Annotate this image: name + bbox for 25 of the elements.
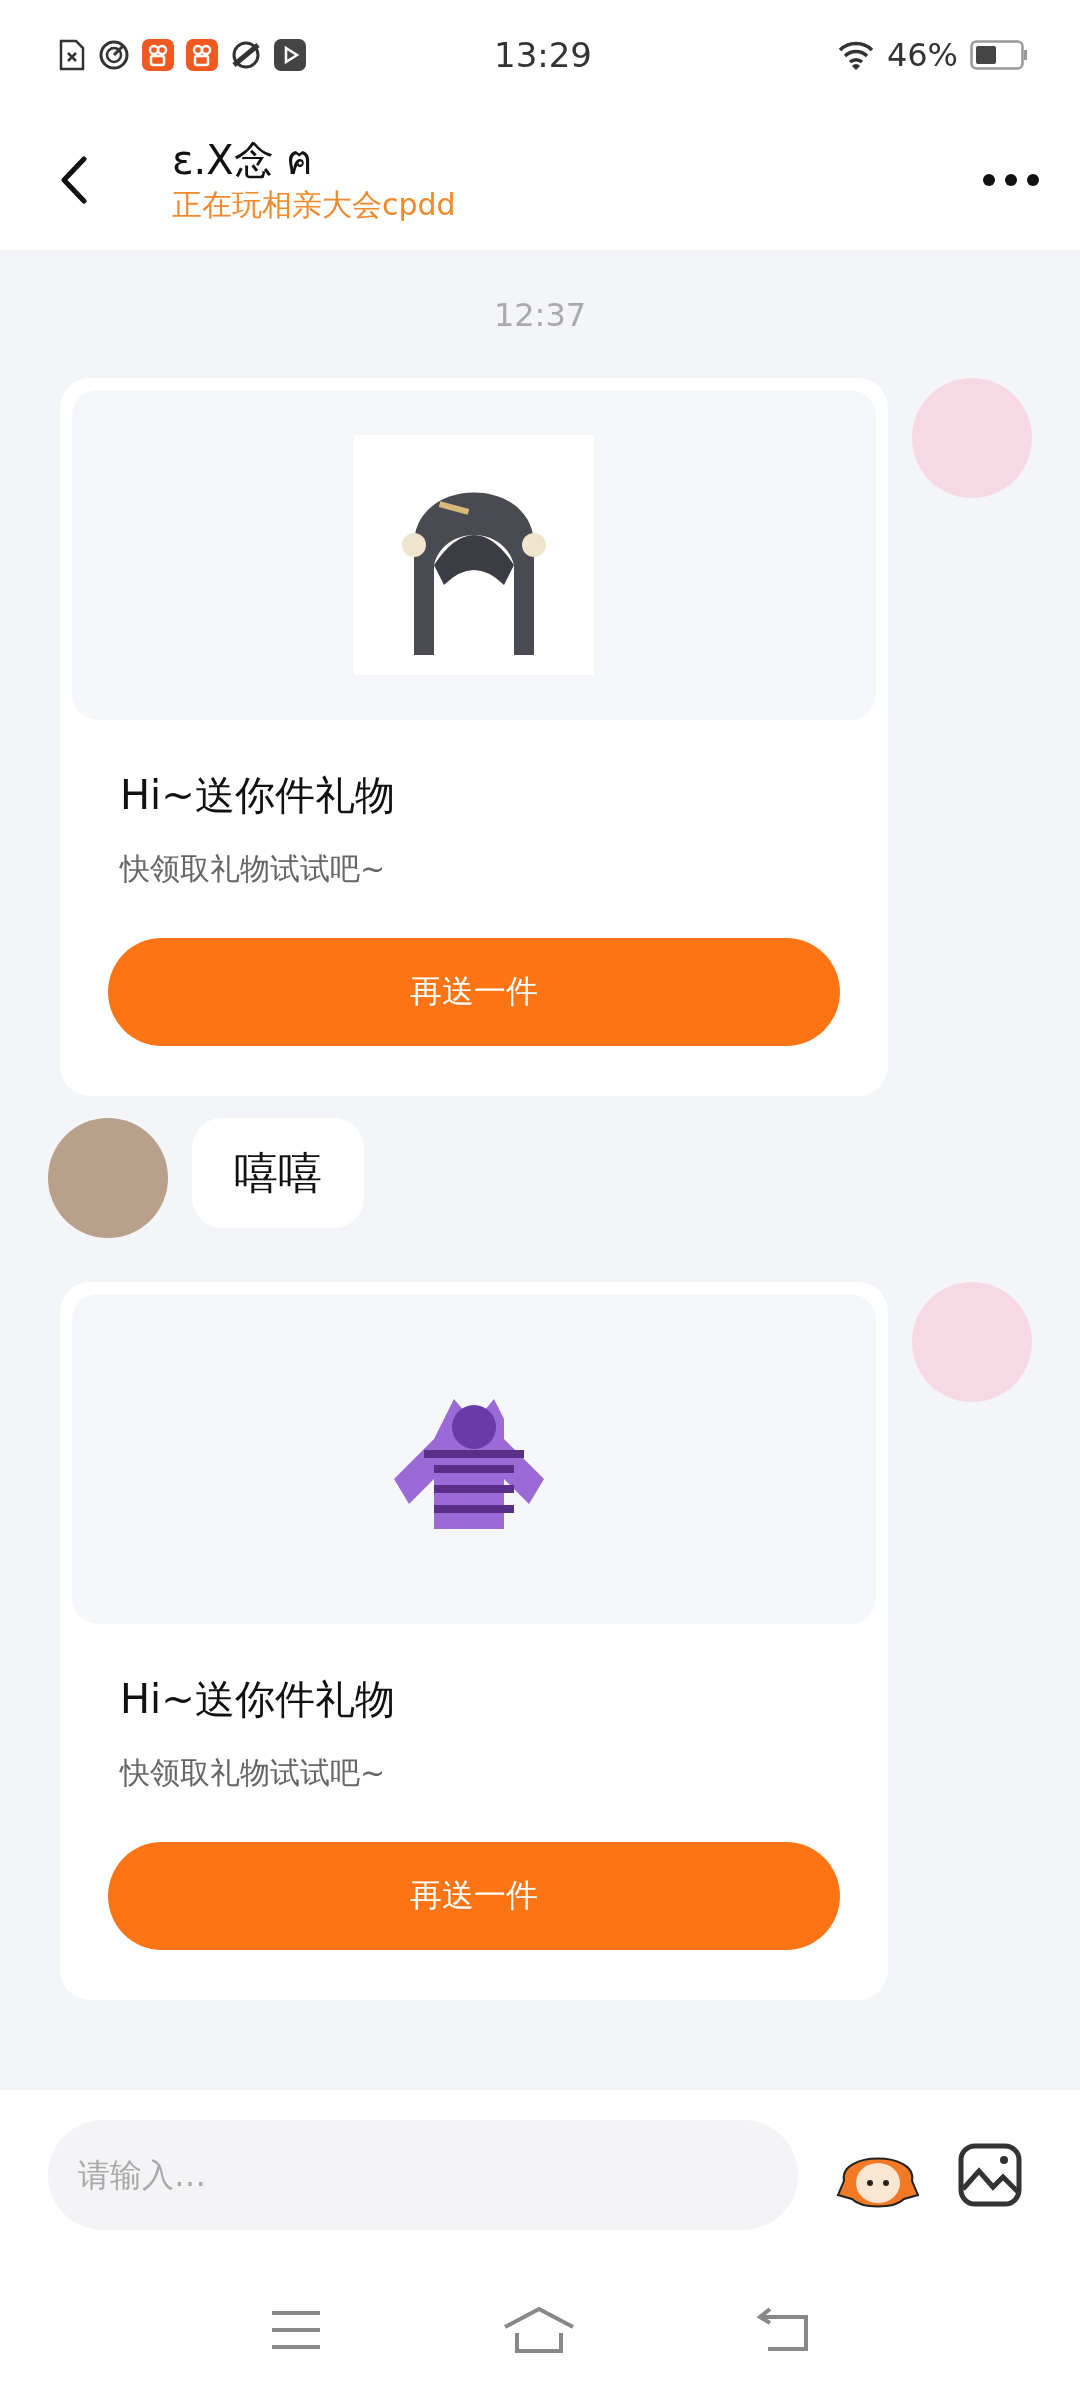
battery-icon	[970, 40, 1028, 70]
send-again-button[interactable]: 再送一件	[108, 1842, 840, 1950]
battery-percentage: 46%	[886, 36, 958, 74]
message-input-field[interactable]: 请输入…	[48, 2120, 798, 2230]
home-icon[interactable]	[503, 2307, 575, 2353]
back-icon[interactable]	[60, 156, 88, 204]
app-icon	[186, 39, 218, 71]
send-again-button[interactable]: 再送一件	[108, 938, 840, 1046]
status-time: 13:29	[494, 35, 592, 75]
app-icon	[142, 39, 174, 71]
file-icon	[58, 39, 86, 71]
gift-title: Hi~送你件礼物	[120, 1675, 396, 1724]
image-icon[interactable]	[958, 2143, 1022, 2207]
message-timestamp: 12:37	[493, 296, 587, 334]
more-icon[interactable]	[982, 173, 1040, 187]
gift-subtitle: 快领取礼物试试吧~	[120, 850, 387, 888]
menu-icon[interactable]	[270, 2310, 323, 2350]
contact-name: ɛ.X念 ฅ	[172, 136, 315, 185]
wifi-icon	[836, 40, 875, 70]
play-icon	[274, 39, 306, 71]
gift-title: Hi~送你件礼物	[120, 771, 396, 820]
message-bubble: 嘻嘻	[192, 1118, 364, 1228]
gift-subtitle: 快领取礼物试试吧~	[120, 1754, 387, 1792]
contact-status: 正在玩相亲大会cpdd	[172, 186, 457, 224]
gauge-icon	[98, 39, 130, 71]
